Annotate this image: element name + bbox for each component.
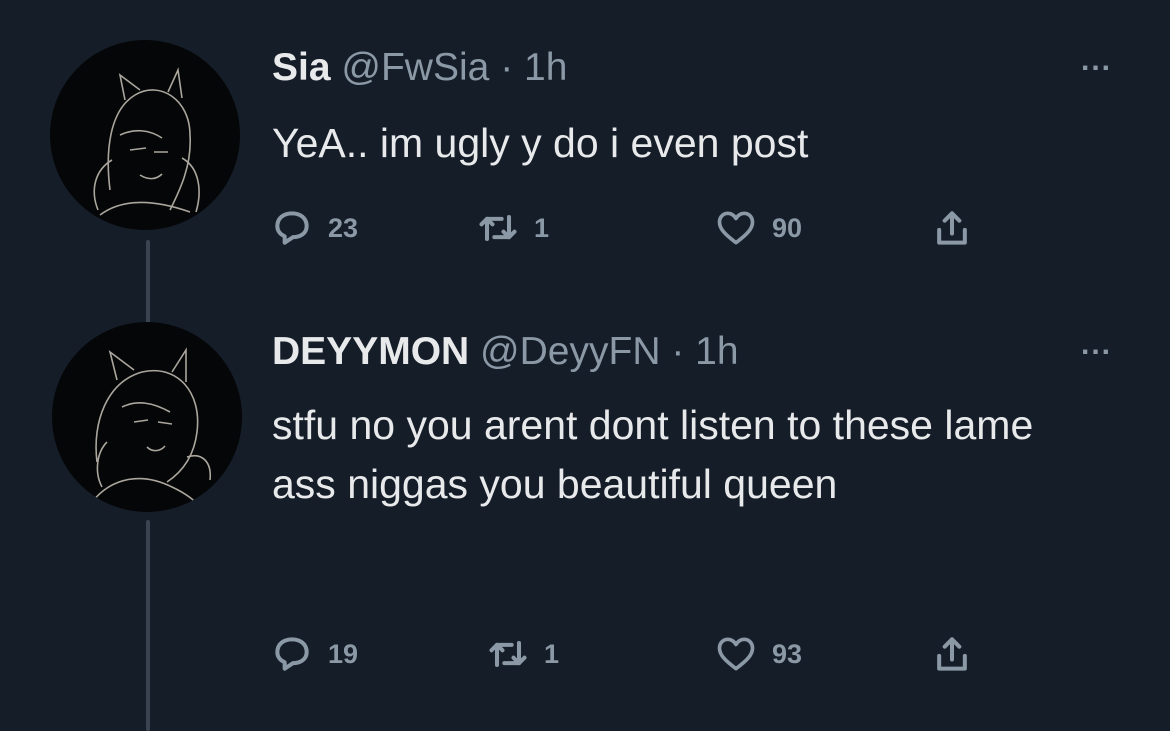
more-icon[interactable]: ... — [1081, 328, 1112, 362]
separator-dot: · — [500, 46, 514, 89]
like-icon — [717, 211, 755, 245]
more-label: ... — [1080, 328, 1112, 361]
tweet-header: Sia @FwSia · 1h — [272, 46, 567, 90]
share-icon — [937, 637, 967, 671]
reply-button[interactable]: 23 — [270, 206, 358, 250]
more-label: ... — [1080, 44, 1112, 77]
timestamp[interactable]: 1h — [524, 46, 567, 89]
like-button[interactable]: 93 — [714, 632, 802, 676]
tweet-text: stfu no you arent dont listen to these l… — [272, 402, 1034, 507]
tweet-header: DEYYMON @DeyyFN · 1h — [272, 330, 739, 374]
share-button[interactable] — [930, 632, 974, 676]
retweet-button[interactable]: 1 — [476, 206, 549, 250]
retweet-button[interactable]: 1 — [486, 632, 559, 676]
like-count: 93 — [772, 638, 803, 669]
retweet-count: 1 — [544, 638, 560, 669]
avatar[interactable] — [50, 40, 240, 230]
reply-icon — [275, 211, 309, 245]
user-handle[interactable]: @FwSia — [341, 46, 489, 89]
reply-count: 19 — [328, 638, 359, 669]
timestamp[interactable]: 1h — [695, 330, 738, 373]
share-icon — [937, 211, 967, 245]
retweet-icon — [489, 640, 527, 668]
reply-count: 23 — [328, 212, 359, 243]
tweet-1[interactable]: Sia @FwSia · 1h ... YeA.. im ugly y do i… — [0, 0, 1170, 290]
more-icon[interactable]: ... — [1081, 44, 1112, 78]
separator-dot: · — [671, 330, 685, 373]
retweet-icon — [479, 214, 517, 242]
like-button[interactable]: 90 — [714, 206, 802, 250]
like-count: 90 — [772, 212, 803, 243]
user-handle[interactable]: @DeyyFN — [480, 330, 660, 373]
display-name[interactable]: DEYYMON — [272, 330, 469, 373]
like-icon — [717, 637, 755, 671]
tweet-2[interactable]: DEYYMON @DeyyFN · 1h ... stfu no you are… — [0, 300, 1170, 731]
tweet-text: YeA.. im ugly y do i even post — [272, 120, 809, 166]
retweet-count: 1 — [534, 212, 550, 243]
display-name[interactable]: Sia — [272, 46, 331, 89]
reply-icon — [275, 637, 309, 671]
share-button[interactable] — [930, 206, 974, 250]
reply-button[interactable]: 19 — [270, 632, 358, 676]
avatar[interactable] — [52, 322, 242, 512]
